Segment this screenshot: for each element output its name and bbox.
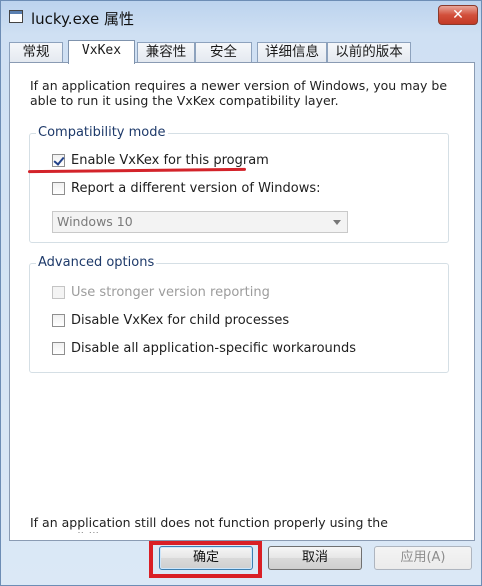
enable-vxkex-label[interactable]: Enable VxKex for this program	[71, 153, 269, 168]
windows-version-value: Windows 10	[57, 214, 133, 229]
advanced-options-title: Advanced options	[36, 255, 157, 270]
application-icon	[9, 10, 23, 23]
stronger-reporting-label[interactable]: Use stronger version reporting	[71, 285, 270, 300]
properties-dialog: lucky.exe 属性 ✕ 常规 VxKex 兼容性 安全 详细信息 以前的版…	[0, 0, 482, 586]
window-title: lucky.exe 属性	[31, 10, 134, 28]
compatibility-mode-title: Compatibility mode	[36, 125, 168, 140]
annotation-box	[149, 541, 262, 578]
disable-child-processes-checkbox[interactable]	[52, 314, 65, 327]
disable-workarounds-checkbox[interactable]	[52, 342, 65, 355]
apply-button[interactable]: 应用(A)	[374, 546, 472, 570]
bottom-help-text-line: If an application still does not functio…	[30, 515, 388, 533]
chevron-down-icon	[333, 220, 341, 225]
tab-details[interactable]: 详细信息	[257, 42, 327, 62]
tab-general[interactable]: 常规	[9, 42, 63, 62]
bottom-help-text: If an application still does not functio…	[30, 515, 460, 533]
report-version-checkbox[interactable]	[52, 182, 65, 195]
windows-version-dropdown[interactable]: Windows 10	[52, 211, 348, 233]
intro-text: If an application requires a newer versi…	[30, 78, 448, 108]
tab-security[interactable]: 安全	[195, 42, 252, 62]
report-version-label[interactable]: Report a different version of Windows:	[71, 181, 321, 196]
title-bar[interactable]: lucky.exe 属性 ✕	[1, 1, 481, 35]
enable-vxkex-checkbox[interactable]	[52, 154, 65, 167]
stronger-reporting-checkbox[interactable]	[52, 286, 65, 299]
close-button[interactable]: ✕	[438, 5, 478, 25]
cancel-button[interactable]: 取消	[268, 546, 362, 570]
tab-compatibility[interactable]: 兼容性	[137, 42, 195, 62]
compatibility-mode-group: Compatibility mode Enable VxKex for this…	[29, 125, 449, 243]
tab-previous-versions[interactable]: 以前的版本	[327, 42, 411, 62]
vxkex-tab-panel: If an application requires a newer versi…	[9, 62, 475, 541]
disable-child-processes-label[interactable]: Disable VxKex for child processes	[71, 313, 289, 328]
advanced-options-group: Advanced options Use stronger version re…	[29, 255, 449, 373]
disable-workarounds-label[interactable]: Disable all application-specific workaro…	[71, 341, 356, 356]
tab-vxkex[interactable]: VxKex	[68, 40, 135, 64]
